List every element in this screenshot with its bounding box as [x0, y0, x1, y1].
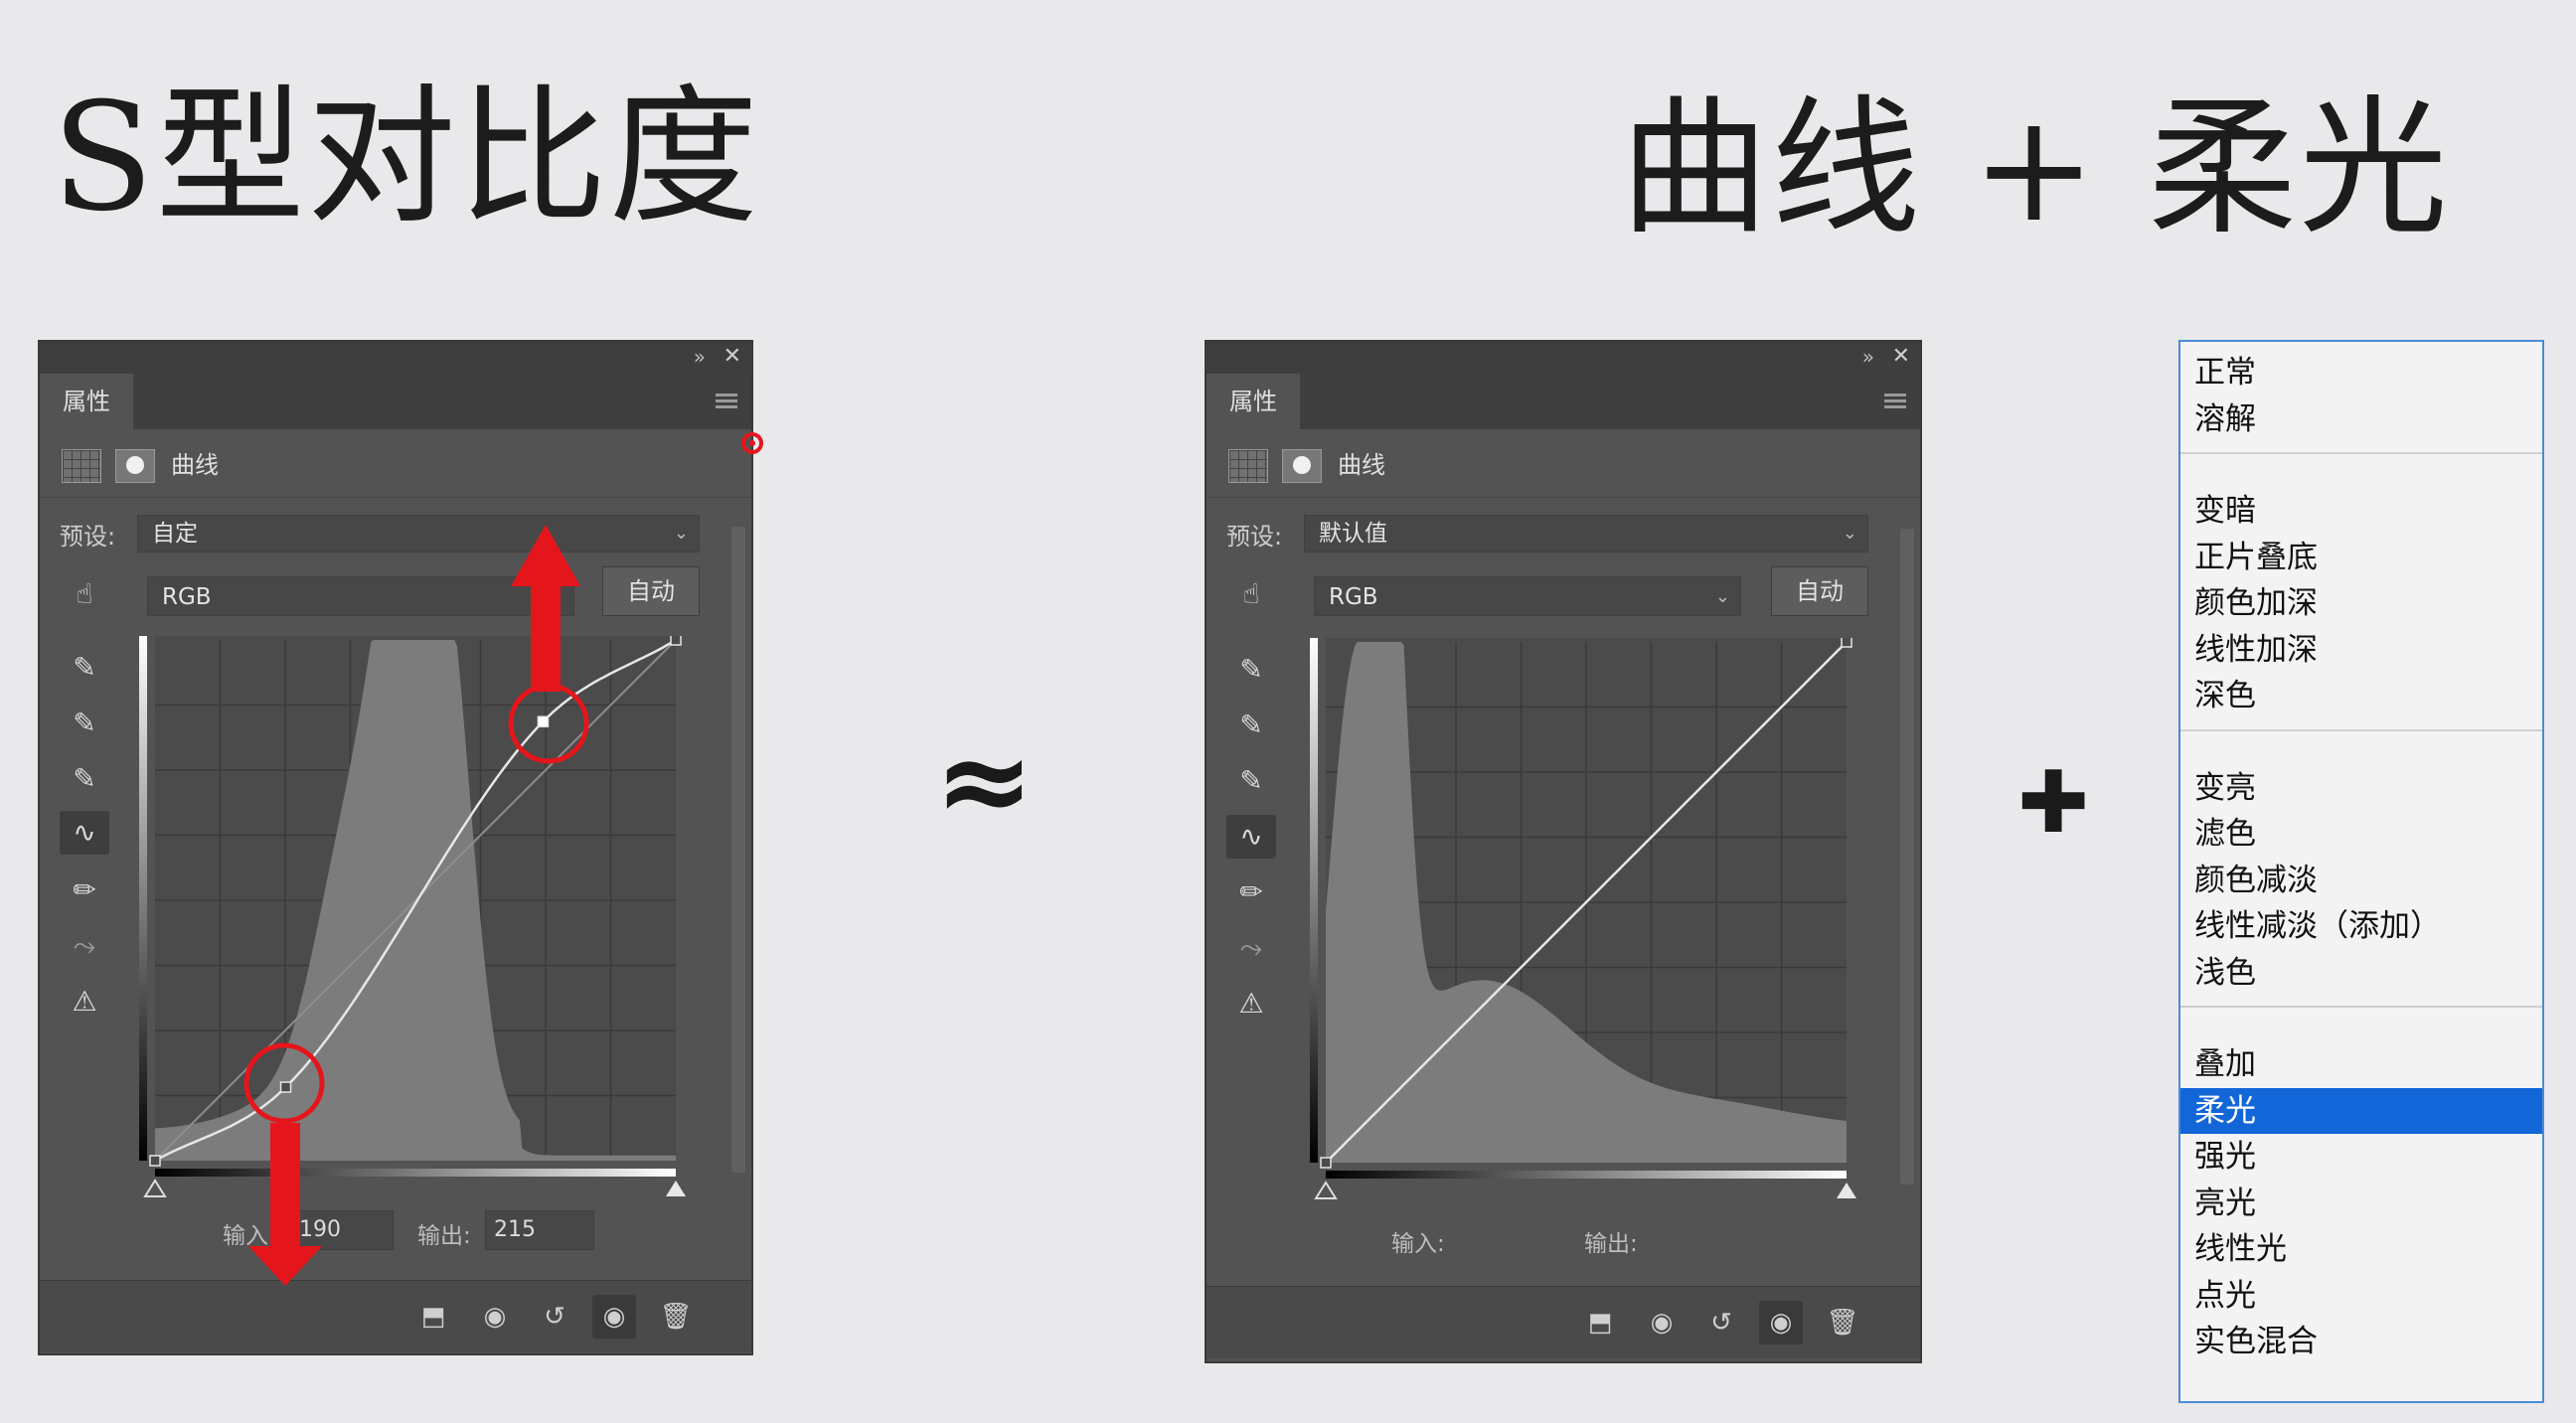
chevron-down-icon: ⌄ — [1714, 586, 1730, 607]
black-point-slider[interactable] — [1314, 1181, 1338, 1199]
channel-dropdown[interactable]: RGB ⌄ — [1314, 576, 1741, 616]
blend-mode-option[interactable]: 叠加 — [2180, 1041, 2542, 1087]
target-adjust-hand-icon[interactable]: ☝ — [1226, 572, 1276, 616]
layer-mask-icon[interactable] — [1282, 449, 1322, 483]
preset-value: 默认值 — [1319, 521, 1387, 547]
blend-mode-option[interactable]: 正片叠底 — [2180, 535, 2542, 580]
preset-label: 预设: — [1226, 523, 1283, 551]
blend-mode-option[interactable]: 线性加深 — [2180, 627, 2542, 673]
auto-button[interactable]: 自动 — [1771, 566, 1868, 616]
output-label: 输出: — [1584, 1231, 1638, 1257]
curve-control-point[interactable] — [1320, 1157, 1332, 1169]
blend-mode-option[interactable]: 颜色减淡 — [2180, 858, 2542, 903]
adjustment-header: 曲线 — [1207, 429, 1920, 498]
clip-to-layer-icon[interactable]: ⬒ — [1578, 1301, 1622, 1344]
smooth-curve-icon[interactable]: ⤳ — [1226, 926, 1276, 970]
blend-mode-option[interactable]: 滤色 — [2180, 811, 2542, 857]
blend-mode-option[interactable]: 强光 — [2180, 1134, 2542, 1180]
panel-footer: ⬒ ◉ ↺ ◉ 🗑 — [1207, 1286, 1920, 1358]
view-previous-state-icon[interactable]: ◉ — [1640, 1301, 1684, 1344]
curves-graph[interactable] — [1310, 638, 1866, 1212]
blend-mode-option[interactable]: 柔光 — [2180, 1087, 2542, 1134]
up-arrow — [511, 525, 580, 692]
clipping-warning-icon[interactable]: ⚠ — [1226, 982, 1276, 1026]
chevron-down-icon: ⌄ — [1842, 523, 1857, 544]
highlight-circle-upper — [508, 683, 589, 764]
blend-mode-option[interactable]: 变暗 — [2180, 488, 2542, 534]
blend-mode-option[interactable]: 溶解 — [2180, 396, 2542, 442]
blend-mode-separator — [2180, 1006, 2542, 1008]
white-point-eyedropper-icon[interactable]: ✎ — [1226, 759, 1276, 803]
tab-properties[interactable]: 属性 — [1207, 374, 1300, 429]
blend-mode-option[interactable]: 点光 — [2180, 1273, 2542, 1319]
white-point-slider[interactable] — [1837, 1183, 1856, 1198]
approx-symbol: ≈ — [934, 712, 1035, 851]
curve-control-point[interactable] — [1841, 638, 1852, 648]
plus-symbol: ✚ — [2017, 753, 2090, 853]
collapse-icon[interactable]: » — [1862, 342, 1874, 372]
pencil-draw-icon[interactable]: ✏ — [1226, 870, 1276, 914]
black-point-eyedropper-icon[interactable]: ✎ — [1226, 648, 1276, 692]
blend-mode-option[interactable]: 深色 — [2180, 673, 2542, 718]
blend-mode-option[interactable]: 正常 — [2180, 350, 2542, 395]
close-icon[interactable]: ✕ — [1892, 342, 1910, 372]
input-gradient-bar — [1326, 1171, 1847, 1179]
reset-icon[interactable]: ↺ — [1699, 1301, 1743, 1344]
curves-properties-panel-right: » ✕ 属性 曲线 预设: 默认值 ⌄ ☝ RGB ⌄ 自动 ✎ ✎ ✎ ∿ ✏… — [1205, 340, 1922, 1363]
delete-trash-icon[interactable]: 🗑 — [1821, 1301, 1864, 1344]
adjustment-label: 曲线 — [1338, 451, 1385, 479]
panel-scrollbar[interactable] — [1900, 529, 1914, 1185]
channel-value: RGB — [1329, 584, 1378, 610]
panel-menu-icon[interactable] — [1884, 394, 1906, 409]
input-label: 输入: — [1391, 1231, 1445, 1257]
blend-mode-separator — [2180, 452, 2542, 454]
visibility-eye-icon[interactable]: ◉ — [1759, 1301, 1803, 1344]
gray-point-eyedropper-icon[interactable]: ✎ — [1226, 704, 1276, 747]
blend-mode-option[interactable]: 亮光 — [2180, 1181, 2542, 1226]
highlight-circle-lower — [243, 1042, 325, 1124]
down-arrow — [248, 1123, 322, 1286]
blend-mode-option[interactable]: 颜色加深 — [2180, 580, 2542, 626]
blend-mode-option[interactable]: 变亮 — [2180, 765, 2542, 811]
blend-mode-separator — [2180, 728, 2542, 731]
blend-mode-list[interactable]: 正常 溶解变暗 正片叠底 颜色加深 线性加深 深色变亮 滤色 颜色减淡 线性减淡（添加） 浅色叠加… — [2178, 340, 2544, 1403]
curve-edit-points-icon[interactable]: ∿ — [1226, 815, 1276, 859]
blend-mode-option[interactable]: 线性光 — [2180, 1226, 2542, 1272]
blend-mode-option[interactable]: 线性减淡（添加） — [2180, 903, 2542, 949]
blend-mode-option[interactable]: 实色混合 — [2180, 1319, 2542, 1364]
red-dot-marker-center — [749, 440, 755, 446]
blend-mode-option[interactable]: 浅色 — [2180, 950, 2542, 996]
preset-dropdown[interactable]: 默认值 ⌄ — [1304, 515, 1868, 553]
panel-title-bar: » ✕ — [1207, 342, 1920, 375]
curves-adjustment-icon — [1228, 449, 1268, 483]
panel-tab-bar: 属性 — [1207, 374, 1920, 429]
output-gradient-bar — [1310, 638, 1318, 1163]
